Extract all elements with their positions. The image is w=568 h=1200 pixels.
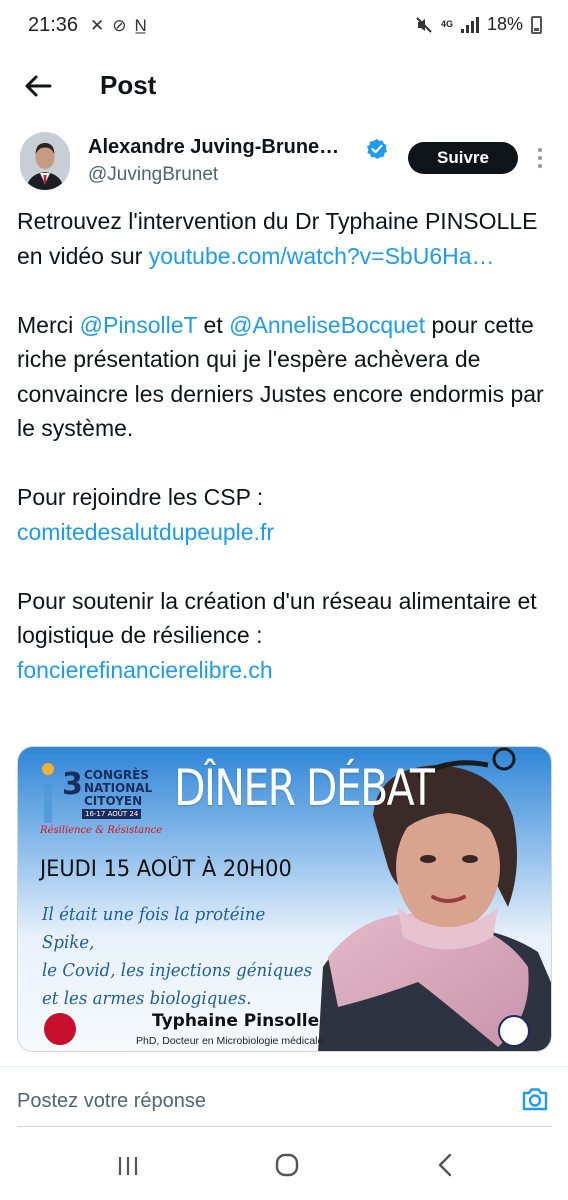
congres-logo: 3 CONGRÈS NATIONAL CITOYEN 16-17 AOÛT 24… [38,765,168,845]
tweet-paragraph-4: Pour soutenir la création d'un réseau al… [17,587,537,683]
congres-tagline: Résilience & Résistance [40,825,163,836]
tweet-paragraph-3: Pour rejoindre les CSP : comitedesalutdup… [17,484,274,545]
system-back-button[interactable] [434,1152,458,1178]
author-name[interactable]: Alexandre Juving-Brune… [88,136,339,159]
signal-icon [460,16,479,33]
mention-annelisebocquet[interactable]: @AnneliseBocquet [229,312,425,338]
system-nav-bar [0,1140,568,1200]
home-icon [275,1153,299,1177]
back-button[interactable] [20,68,60,104]
tweet-paragraph-2: Merci @PinsolleT et @AnneliseBocquet pou… [17,311,544,442]
avatar[interactable] [20,132,70,190]
media-tagline: Il était une fois la protéine Spike, le … [42,904,313,1009]
media-headline: DÎNER DÉBAT [174,759,435,817]
battery-percent: 18% [486,14,523,34]
status-bar: 21:36 ✕ ⊘ N̲ 4G 18% [0,0,568,52]
more-options-button[interactable] [534,148,546,172]
back-arrow-icon [25,75,52,97]
congres-number: 3 [62,767,83,802]
author-handle[interactable]: @JuvingBrunet [88,164,218,186]
avatar-image [20,132,70,190]
media-speaker-title: PhD, Docteur en Microbiologie médicale [136,1035,324,1047]
back-icon [438,1153,452,1177]
call-muted-icon: ✕ [90,16,105,35]
seal-left-icon [42,1011,78,1047]
reply-divider [0,1066,568,1067]
page-title: Post [100,70,157,100]
mention-pinsollet[interactable]: @PinsolleT [80,312,198,338]
congres-title: CONGRÈS NATIONAL CITOYEN [84,768,153,808]
congres-dates: 16-17 AOÛT 24 [82,809,142,819]
network-label: 4G [440,19,453,29]
verified-badge-icon [367,139,387,159]
header: Post [0,56,568,116]
recent-apps-button[interactable] [116,1154,140,1178]
csp-link[interactable]: comitedesalutdupeuple.fr [17,519,274,545]
status-time: 21:36 [28,14,79,36]
recent-apps-icon [118,1157,138,1175]
reply-underline [17,1126,552,1127]
battery-icon [531,15,542,34]
youtube-link[interactable]: youtube.com/watch?v=SbU6Ha… [149,243,495,269]
tweet-body: Retrouvez l'intervention du Dr Typhaine … [17,204,552,687]
fonciere-link[interactable]: foncierefinancierelibre.ch [17,657,273,683]
reply-input[interactable]: Postez votre réponse [17,1080,497,1122]
n-icon: N̲ [134,16,147,35]
follow-button[interactable]: Suivre [408,142,518,174]
status-right: 4G 18% [415,14,542,35]
mute-icon [416,16,432,33]
status-left-icons: ✕ ⊘ N̲ [90,14,147,38]
home-button[interactable] [274,1152,300,1178]
no-disturb-icon: ⊘ [112,16,127,35]
seal-right-icon [498,1015,530,1047]
more-vertical-icon [534,148,546,168]
author-row: Alexandre Juving-Brune… @JuvingBrunet Su… [0,128,568,192]
tweet-paragraph-1: Retrouvez l'intervention du Dr Typhaine … [17,208,538,269]
camera-button[interactable] [520,1084,552,1116]
camera-icon [522,1088,548,1111]
media-date-line: JEUDI 15 AOÛT À 20H00 [40,857,292,882]
media-image[interactable]: 3 CONGRÈS NATIONAL CITOYEN 16-17 AOÛT 24… [17,746,552,1052]
media-speaker-name: Typhaine Pinsolle [152,1011,320,1031]
